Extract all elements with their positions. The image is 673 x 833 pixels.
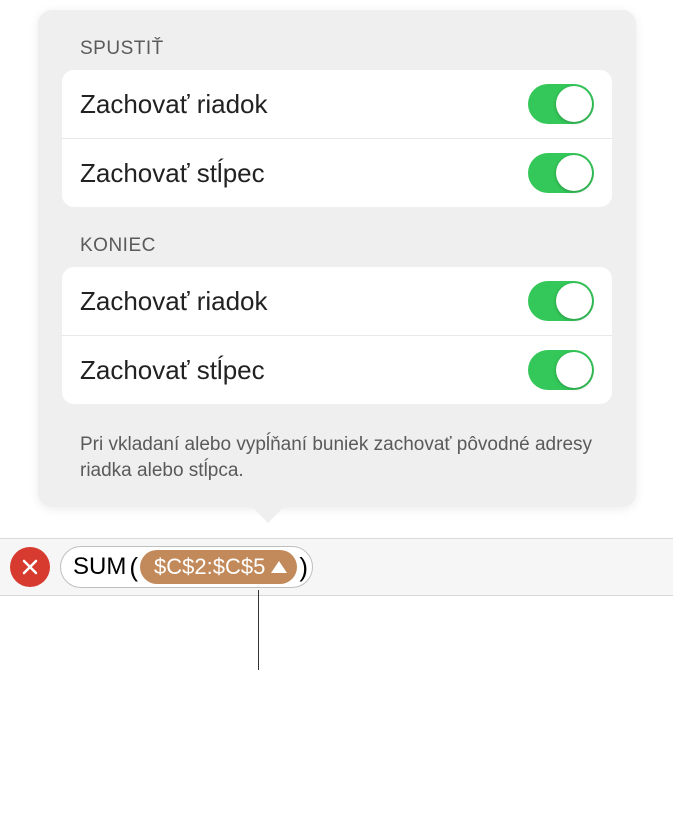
preserve-row-start-label: Zachovať riadok [80, 89, 268, 120]
preserve-row-end-toggle[interactable] [528, 281, 594, 321]
footnote-text: Pri vkladaní alebo vypĺňaní buniek zacho… [62, 432, 612, 483]
popover-arrow [250, 505, 286, 523]
callout-line [258, 590, 259, 670]
range-reference-pill[interactable]: $C$2:$C$5 [140, 550, 297, 584]
section-header-start: SPUSTIŤ [62, 38, 612, 60]
section-header-end: KONIEC [62, 235, 612, 257]
settings-group-end: Zachovať riadok Zachovať stĺpec [62, 267, 612, 404]
toggle-knob [556, 86, 592, 122]
open-paren: ( [129, 552, 138, 583]
toggle-knob [556, 283, 592, 319]
function-name: SUM [73, 553, 126, 581]
formula-expression[interactable]: SUM ( $C$2:$C$5 ) [60, 546, 313, 588]
preserve-row-end-label: Zachovať riadok [80, 286, 268, 317]
preserve-column-start-row: Zachovať stĺpec [62, 139, 612, 207]
reference-settings-popover: SPUSTIŤ Zachovať riadok Zachovať stĺpec … [38, 10, 636, 507]
preserve-column-start-label: Zachovať stĺpec [80, 158, 265, 189]
settings-group-start: Zachovať riadok Zachovať stĺpec [62, 70, 612, 207]
preserve-row-start-toggle[interactable] [528, 84, 594, 124]
toggle-knob [556, 155, 592, 191]
preserve-column-end-row: Zachovať stĺpec [62, 336, 612, 404]
triangle-up-icon [271, 561, 287, 573]
preserve-column-end-toggle[interactable] [528, 350, 594, 390]
close-paren: ) [299, 552, 308, 583]
preserve-column-end-label: Zachovať stĺpec [80, 355, 265, 386]
cancel-formula-button[interactable] [10, 547, 50, 587]
preserve-row-start-row: Zachovať riadok [62, 70, 612, 139]
range-reference-text: $C$2:$C$5 [154, 554, 265, 580]
preserve-row-end-row: Zachovať riadok [62, 267, 612, 336]
formula-bar: SUM ( $C$2:$C$5 ) [0, 538, 673, 596]
close-icon [21, 558, 39, 576]
preserve-column-start-toggle[interactable] [528, 153, 594, 193]
toggle-knob [556, 352, 592, 388]
